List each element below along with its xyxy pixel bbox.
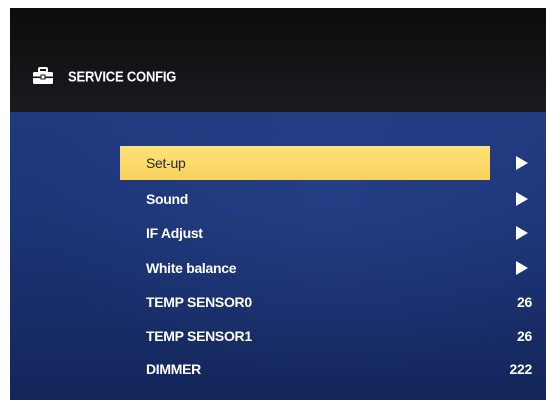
menu-item-set-up[interactable]: Set-up [120, 146, 532, 180]
menu-item-if-adjust[interactable]: IF Adjust [120, 218, 532, 248]
menu-item-temp-sensor0[interactable]: TEMP SENSOR0 26 [120, 287, 532, 317]
play-arrow-icon [516, 192, 528, 206]
menu-item-label: TEMP SENSOR1 [146, 328, 252, 344]
menu-item-value: 26 [517, 294, 532, 310]
menu-item-label: DIMMER [146, 361, 201, 377]
play-arrow-icon [516, 226, 528, 240]
menu-item-value: 26 [517, 328, 532, 344]
menu-item-label: White balance [146, 260, 237, 276]
menu-item-temp-sensor1[interactable]: TEMP SENSOR1 26 [120, 321, 532, 351]
menu-item-dimmer[interactable]: DIMMER 222 [120, 354, 532, 384]
menu-item-white-balance[interactable]: White balance [120, 253, 532, 283]
menu-item-label: TEMP SENSOR0 [146, 294, 252, 310]
menu-item-label: Set-up [146, 155, 186, 171]
tv-screen: SERVICE CONFIG Set-up Sound IF Adjust Wh… [0, 0, 546, 400]
menu-item-value: 222 [509, 361, 533, 377]
play-arrow-icon [516, 156, 528, 170]
menu-item-label: Sound [146, 191, 189, 207]
play-arrow-icon [516, 261, 528, 275]
service-menu: Set-up Sound IF Adjust White balance TEM… [0, 0, 546, 400]
menu-item-label: IF Adjust [146, 225, 203, 241]
menu-item-sound[interactable]: Sound [120, 184, 532, 214]
